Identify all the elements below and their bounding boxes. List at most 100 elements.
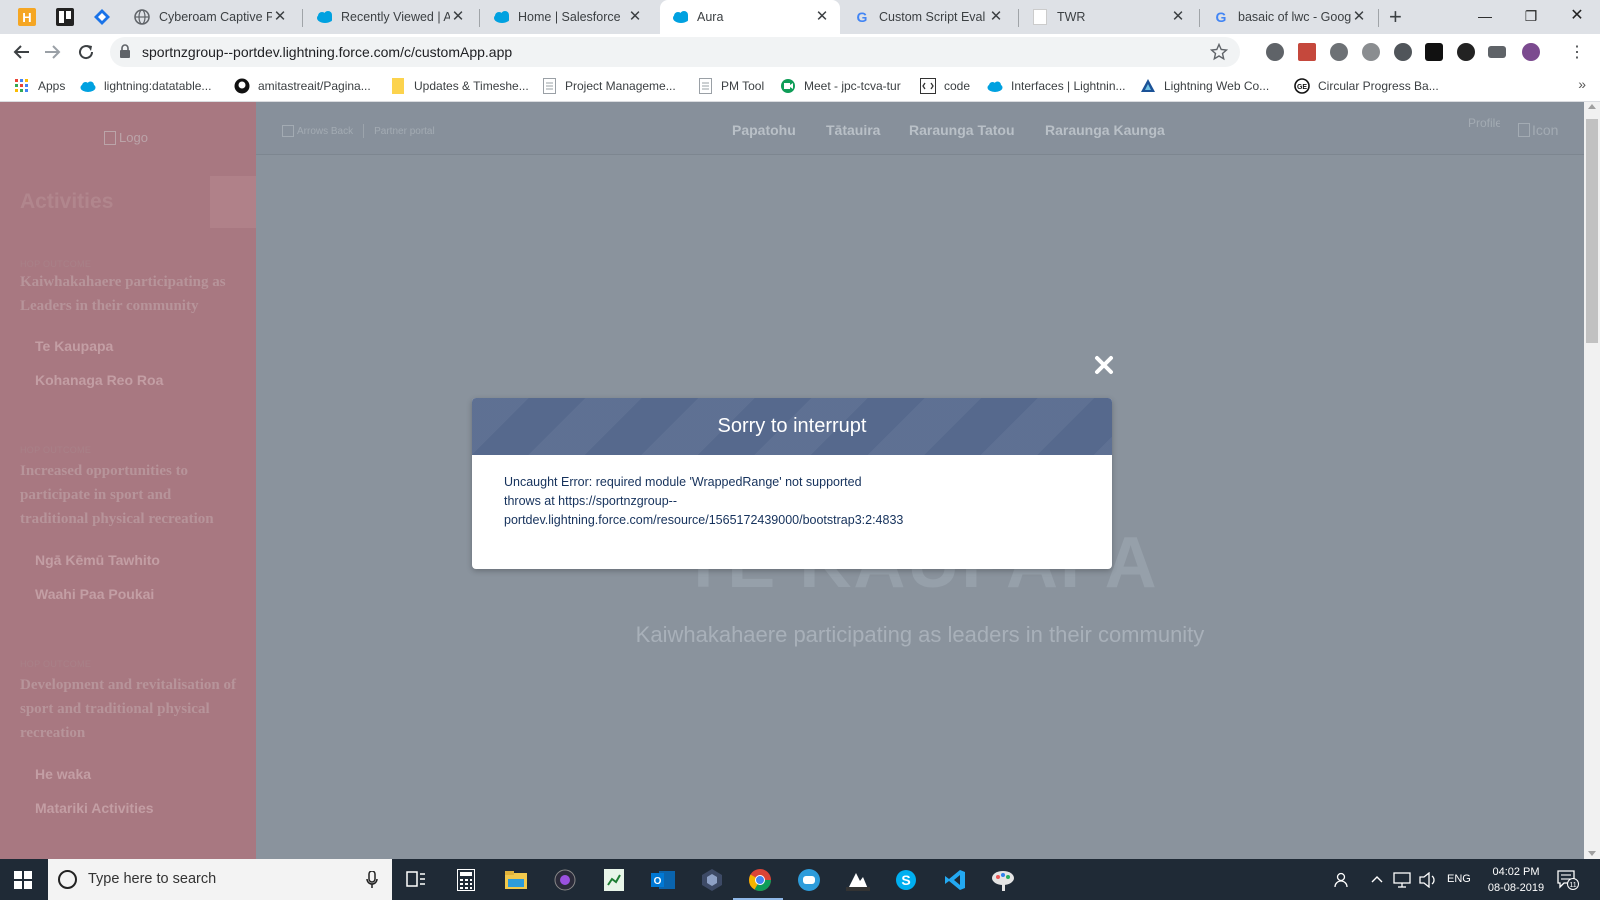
bookmark-label: Meet - jpc-tcva-tur bbox=[804, 79, 901, 93]
menu-kebab-icon[interactable]: ⋮ bbox=[1565, 40, 1589, 64]
language-indicator[interactable]: ENG bbox=[1447, 873, 1471, 885]
icon-alt-text: Icon bbox=[1532, 122, 1559, 138]
tab-recently-viewed[interactable]: Recently Viewed | Act ✕ bbox=[304, 0, 476, 34]
minimize-button[interactable]: — bbox=[1462, 4, 1508, 28]
scroll-up-arrow-icon[interactable] bbox=[1588, 104, 1596, 109]
restore-button[interactable]: ❐ bbox=[1508, 4, 1554, 28]
new-tab-button[interactable]: + bbox=[1389, 6, 1402, 28]
outcome-title[interactable]: Development and revitalisation of sport … bbox=[20, 673, 240, 745]
extension-icon[interactable] bbox=[1425, 43, 1443, 61]
back-link[interactable]: Arrows Back Partner portal bbox=[282, 124, 435, 138]
close-window-button[interactable]: ✕ bbox=[1554, 4, 1600, 28]
tab-close-icon[interactable]: ✕ bbox=[450, 9, 466, 25]
outcome-title[interactable]: Increased opportunities to participate i… bbox=[20, 459, 240, 531]
address-bar[interactable]: sportnzgroup--portdev.lightning.force.co… bbox=[110, 37, 1240, 67]
bookmark-item[interactable]: amitastreait/Pagina... bbox=[234, 77, 371, 95]
bookmark-item[interactable]: PM Tool bbox=[697, 77, 764, 95]
reload-icon bbox=[79, 45, 94, 60]
pdf-extension-icon[interactable] bbox=[1298, 43, 1316, 61]
nav-item-tatauira[interactable]: Tātauira bbox=[826, 122, 880, 138]
tab-close-icon[interactable]: ✕ bbox=[1170, 9, 1186, 25]
media-player-icon[interactable] bbox=[552, 867, 578, 893]
sidebar-link[interactable]: He waka bbox=[35, 766, 91, 782]
outcome-title[interactable]: Kaiwhakahaere participating as Leaders i… bbox=[20, 270, 240, 318]
profile-image[interactable]: Profile bbox=[1468, 116, 1500, 130]
tab-close-icon[interactable]: ✕ bbox=[988, 9, 1004, 25]
tab-close-icon[interactable]: ✕ bbox=[814, 9, 830, 25]
chevron-up-icon[interactable] bbox=[1371, 875, 1383, 883]
tab-home-salesforce[interactable]: Home | Salesforce ✕ bbox=[481, 0, 653, 34]
microphone-icon[interactable] bbox=[366, 871, 378, 889]
modal-close-icon[interactable] bbox=[1093, 354, 1115, 376]
network-icon[interactable] bbox=[1393, 872, 1411, 888]
pinned-tab-board[interactable] bbox=[55, 7, 75, 27]
bookmark-item[interactable]: Lightning Web Co... bbox=[1140, 77, 1269, 95]
video-extension-icon[interactable] bbox=[1488, 46, 1506, 58]
tab-basaic-lwc[interactable]: G basaic of lwc - Google ✕ bbox=[1201, 0, 1377, 34]
nav-item-raraunga-kaunga[interactable]: Raraunga Kaunga bbox=[1045, 122, 1165, 138]
inkscape-icon[interactable] bbox=[845, 867, 871, 893]
extension-icon[interactable] bbox=[1266, 43, 1284, 61]
sidebar-link[interactable]: Kohanaga Reo Roa bbox=[35, 372, 163, 388]
tab-close-icon[interactable]: ✕ bbox=[272, 9, 288, 25]
forward-button[interactable] bbox=[40, 40, 64, 64]
bookmark-item[interactable]: Updates & Timeshe... bbox=[390, 77, 529, 95]
nav-item-papatohu[interactable]: Papatohu bbox=[732, 122, 796, 138]
icon-image[interactable]: Icon bbox=[1518, 122, 1558, 138]
extension-icon[interactable] bbox=[1457, 43, 1475, 61]
bookmark-star-icon[interactable] bbox=[1210, 43, 1228, 61]
tab-custom-script[interactable]: G Custom Script Eval err ✕ bbox=[842, 0, 1014, 34]
file-explorer-icon[interactable] bbox=[503, 867, 529, 893]
page-scrollbar[interactable] bbox=[1584, 102, 1600, 859]
bookmark-item[interactable]: Interfaces | Lightnin... bbox=[987, 77, 1126, 95]
sidebar-toggle[interactable] bbox=[210, 176, 256, 228]
reload-button[interactable] bbox=[74, 40, 98, 64]
pinned-tab-diamond[interactable] bbox=[92, 7, 112, 27]
bookmarks-overflow-icon[interactable]: » bbox=[1578, 76, 1586, 92]
extension-icon[interactable] bbox=[1394, 43, 1412, 61]
tab-close-icon[interactable]: ✕ bbox=[627, 9, 643, 25]
notification-center-icon[interactable]: 11 bbox=[1557, 870, 1579, 890]
paint-icon[interactable] bbox=[990, 867, 1016, 893]
tab-title: Recently Viewed | Act bbox=[341, 10, 450, 24]
bookmark-item[interactable]: GE Circular Progress Ba... bbox=[1294, 77, 1439, 95]
volume-icon[interactable] bbox=[1419, 872, 1437, 888]
taskbar-search-box[interactable]: Type here to search bbox=[48, 859, 392, 900]
nav-item-raraunga-tatou[interactable]: Raraunga Tatou bbox=[909, 122, 1015, 138]
bookmark-apps[interactable]: Apps bbox=[14, 77, 65, 95]
bookmark-item[interactable]: Project Manageme... bbox=[541, 77, 676, 95]
chrome-icon[interactable] bbox=[747, 867, 773, 893]
tab-aura[interactable]: Aura ✕ bbox=[660, 0, 840, 34]
broken-image-icon bbox=[104, 130, 116, 145]
skype-icon[interactable]: S bbox=[893, 867, 919, 893]
profile-avatar[interactable] bbox=[1522, 43, 1540, 61]
clock[interactable]: 04:02 PM 08-08-2019 bbox=[1484, 864, 1548, 896]
back-button[interactable] bbox=[10, 40, 34, 64]
calculator-icon[interactable] bbox=[453, 867, 479, 893]
people-icon[interactable] bbox=[1334, 872, 1350, 888]
bookmark-item[interactable]: code bbox=[920, 77, 970, 95]
outlook-icon[interactable]: O bbox=[650, 867, 676, 893]
github-icon bbox=[234, 78, 250, 94]
pinned-tab-h[interactable]: H bbox=[17, 7, 37, 27]
vscode-icon[interactable] bbox=[942, 867, 968, 893]
tab-cyberoam[interactable]: Cyberoam Captive Po ✕ bbox=[122, 0, 298, 34]
bookmark-item[interactable]: lightning:datatable... bbox=[80, 77, 211, 95]
sidebar-link[interactable]: Ngā Kēmū Tawhito bbox=[35, 552, 160, 568]
excel-sheet-icon[interactable] bbox=[601, 867, 627, 893]
chat-icon[interactable] bbox=[796, 867, 822, 893]
tab-twr[interactable]: TWR ✕ bbox=[1020, 0, 1196, 34]
windows-start-icon[interactable] bbox=[14, 871, 32, 889]
sidebar-link[interactable]: Matariki Activities bbox=[35, 800, 154, 816]
task-view-icon[interactable] bbox=[403, 867, 429, 893]
scroll-down-arrow-icon[interactable] bbox=[1588, 851, 1596, 856]
sidebar-link[interactable]: Te Kaupapa bbox=[35, 338, 113, 354]
tab-close-icon[interactable]: ✕ bbox=[1351, 9, 1367, 25]
scroll-thumb[interactable] bbox=[1586, 119, 1598, 343]
bookmark-item[interactable]: Meet - jpc-tcva-tur bbox=[780, 77, 901, 95]
drive-extension-icon[interactable] bbox=[1330, 43, 1348, 61]
eclipse-icon[interactable] bbox=[699, 867, 725, 893]
extension-icon[interactable] bbox=[1362, 43, 1380, 61]
sidebar-link[interactable]: Waahi Paa Poukai bbox=[35, 586, 154, 602]
google-icon: G bbox=[854, 9, 870, 25]
